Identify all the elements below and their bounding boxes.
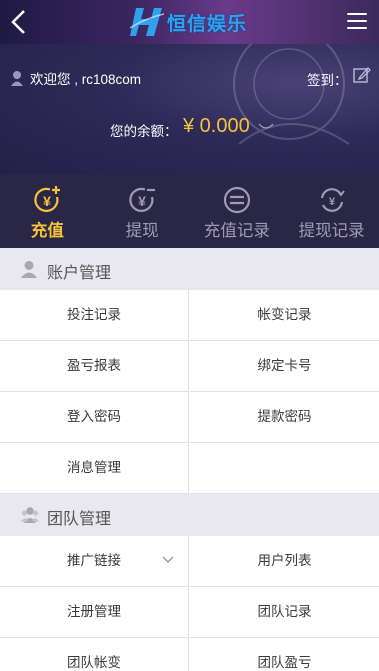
top-bar: 恒信娱乐 <box>0 0 379 44</box>
svg-text:¥: ¥ <box>138 193 146 209</box>
withdraw-record-button[interactable]: ¥ 提现记录 <box>284 174 379 248</box>
back-button[interactable] <box>8 8 30 36</box>
logo-text: 恒信娱乐 <box>167 12 248 35</box>
empty-cell <box>190 443 379 494</box>
edit-icon[interactable] <box>353 66 371 84</box>
menu-item-withdraw-password[interactable]: 提款密码 <box>190 392 379 443</box>
withdraw-button[interactable]: ¥ 提现 <box>95 174 190 248</box>
svg-text:¥: ¥ <box>329 196 336 208</box>
decorative-pattern-icon <box>233 44 350 145</box>
menu-item-login-password[interactable]: 登入密码 <box>0 392 189 443</box>
account-section-header: 账户管理 <box>0 248 379 290</box>
person-icon <box>21 261 37 278</box>
withdraw-label: 提现 <box>125 222 159 240</box>
withdraw-yuan-minus-icon: ¥ <box>129 187 156 212</box>
menu-item-registration[interactable]: 注册管理 <box>0 587 189 638</box>
app-logo: 恒信娱乐 <box>130 6 247 38</box>
menu-item-bet-records[interactable]: 投注记录 <box>0 290 189 341</box>
logo-mark-icon <box>130 8 164 36</box>
user-info-panel: 欢迎您 , rc108com 签到： 您的余额： ¥ 0.000 <box>0 44 379 174</box>
withdraw-record-label: 提现记录 <box>298 222 365 240</box>
promo-link-label: 推广链接 <box>67 553 121 568</box>
menu-button[interactable] <box>347 13 367 31</box>
hamburger-menu-icon <box>347 13 367 15</box>
menu-item-user-list[interactable]: 用户列表 <box>190 536 379 587</box>
recharge-yuan-plus-icon: ¥ <box>34 186 61 212</box>
svg-text:¥: ¥ <box>43 193 51 209</box>
welcome-text: 欢迎您 , rc108com <box>30 72 142 87</box>
menu-item-promo-link[interactable]: 推广链接 <box>0 536 189 587</box>
user-icon <box>11 71 23 86</box>
chevron-down-icon <box>162 556 174 563</box>
menu-item-profit-report[interactable]: 盈亏报表 <box>0 341 189 392</box>
team-menu-grid: 推广链接 用户列表 注册管理 团队记录 团队帐变 团队盈亏 <box>0 536 379 671</box>
chevron-left-icon <box>11 10 25 34</box>
menu-item-team-profit[interactable]: 团队盈亏 <box>190 638 379 671</box>
account-section-title: 账户管理 <box>47 265 112 282</box>
menu-item-team-records[interactable]: 团队记录 <box>190 587 379 638</box>
balance-value: ¥ 0.000 <box>183 115 250 137</box>
quick-actions-bar: ¥ 充值 ¥ 提现 充值记录 ¥ 提现记录 <box>0 174 379 248</box>
signin-label[interactable]: 签到： <box>307 69 348 89</box>
menu-item-account-changes[interactable]: 帐变记录 <box>190 290 379 341</box>
account-menu-grid: 投注记录 帐变记录 盈亏报表 绑定卡号 登入密码 提款密码 消息管理 <box>0 290 379 494</box>
recharge-label: 充值 <box>30 222 64 240</box>
menu-item-messages[interactable]: 消息管理 <box>0 443 189 494</box>
team-icon <box>21 507 39 523</box>
refresh-icon[interactable] <box>258 123 274 131</box>
recharge-record-icon <box>223 186 250 214</box>
recharge-record-button[interactable]: 充值记录 <box>190 174 285 248</box>
menu-item-team-account-changes[interactable]: 团队帐变 <box>0 638 189 671</box>
withdraw-record-icon: ¥ <box>320 188 345 212</box>
team-section-title: 团队管理 <box>47 511 112 528</box>
balance-label: 您的余额： <box>110 124 178 139</box>
team-section-header: 团队管理 <box>0 494 379 536</box>
recharge-button[interactable]: ¥ 充值 <box>0 174 95 248</box>
menu-item-bind-card[interactable]: 绑定卡号 <box>190 341 379 392</box>
recharge-record-label: 充值记录 <box>203 222 270 240</box>
